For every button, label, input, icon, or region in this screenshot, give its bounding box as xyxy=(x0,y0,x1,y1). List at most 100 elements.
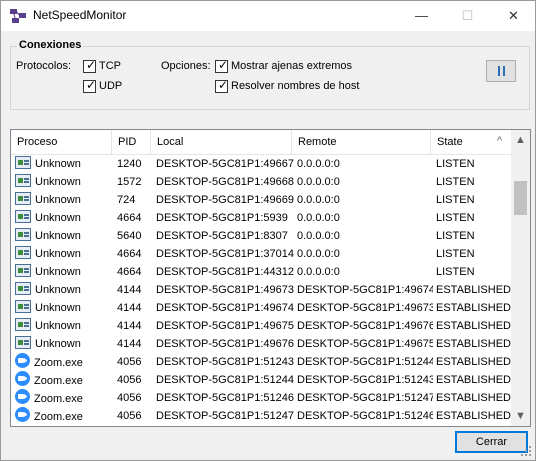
table-row[interactable]: Unknown 4144 DESKTOP-5GC81P1:49673 DESKTOP-… xyxy=(11,281,511,299)
state-cell: ESTABLISHED xyxy=(436,392,511,404)
state-cell: LISTEN xyxy=(436,230,475,242)
resolve-hosts-label[interactable]: Resolver nombres de host xyxy=(231,80,359,92)
local-address-cell: DESKTOP-5GC81P1:49675 xyxy=(156,320,294,332)
vertical-scrollbar[interactable]: ▲ ▼ xyxy=(511,130,530,426)
table-row[interactable]: Unknown 1240 DESKTOP-5GC81P1:49667 0.0.0.0:… xyxy=(11,155,511,173)
local-address-cell: DESKTOP-5GC81P1:49674 xyxy=(156,302,294,314)
remote-address-cell: DESKTOP-5GC81P1:49674 xyxy=(297,284,433,296)
state-cell: LISTEN xyxy=(436,176,475,188)
close-window-button[interactable]: ✕ xyxy=(491,1,535,31)
minimize-button[interactable]: — xyxy=(399,1,444,31)
protocols-label: Protocolos: xyxy=(16,60,72,72)
check-icon: ✓ xyxy=(86,78,97,92)
scroll-down-icon[interactable]: ▼ xyxy=(515,410,526,422)
remote-address-cell: DESKTOP-5GC81P1:51246 xyxy=(297,410,433,422)
process-name: Unknown xyxy=(35,248,81,260)
pause-button[interactable] xyxy=(486,60,516,82)
zoom-app-icon xyxy=(15,371,30,386)
table-row[interactable]: Unknown 4664 DESKTOP-5GC81P1:5939 0.0.0.0:0… xyxy=(11,209,511,227)
scroll-up-icon[interactable]: ▲ xyxy=(515,134,526,146)
table-header: Proceso PID Local Remote State ^ xyxy=(11,130,511,155)
process-name: Unknown xyxy=(35,176,81,188)
table-body: Unknown 1240 DESKTOP-5GC81P1:49667 0.0.0.0:… xyxy=(11,155,511,425)
remote-address-cell: 0.0.0.0:0 xyxy=(297,176,340,188)
pid-cell: 4056 xyxy=(117,392,142,404)
connections-table[interactable]: Proceso PID Local Remote State ^ Unknown… xyxy=(10,129,531,427)
table-row[interactable]: Unknown 4144 DESKTOP-5GC81P1:49676 DESKTOP-… xyxy=(11,335,511,353)
process-name: Zoom.exe xyxy=(34,411,83,423)
state-cell: LISTEN xyxy=(436,158,475,170)
remote-address-cell: DESKTOP-5GC81P1:51243 xyxy=(297,374,433,386)
state-cell: LISTEN xyxy=(436,194,475,206)
state-cell: LISTEN xyxy=(436,212,475,224)
udp-label[interactable]: UDP xyxy=(99,80,122,92)
resolve-hosts-checkbox[interactable]: ✓ xyxy=(215,78,229,93)
table-row[interactable]: Unknown 1572 DESKTOP-5GC81P1:49668 0.0.0.0:… xyxy=(11,173,511,191)
show-remote-label[interactable]: Mostrar ajenas extremos xyxy=(231,60,352,72)
pid-cell: 4144 xyxy=(117,284,142,296)
tcp-checkbox[interactable]: ✓ xyxy=(83,58,96,73)
resize-grip-icon[interactable] xyxy=(520,445,532,457)
state-cell: ESTABLISHED xyxy=(436,356,511,368)
process-name: Unknown xyxy=(35,338,81,350)
process-name: Unknown xyxy=(35,284,81,296)
local-address-cell: DESKTOP-5GC81P1:49667 xyxy=(156,158,294,170)
show-remote-checkbox[interactable]: ✓ xyxy=(215,58,228,73)
table-row[interactable]: Unknown 4664 DESKTOP-5GC81P1:44312 0.0.0.0:… xyxy=(11,263,511,281)
process-name: Unknown xyxy=(35,194,81,206)
pid-cell: 4144 xyxy=(117,320,142,332)
window-title: NetSpeedMonitor xyxy=(33,8,127,22)
pid-cell: 4056 xyxy=(117,356,142,368)
process-name: Unknown xyxy=(35,266,81,278)
column-header-local[interactable]: Local xyxy=(151,130,292,154)
table-row[interactable]: Unknown 724 DESKTOP-5GC81P1:49669 0.0.0.0:0… xyxy=(11,191,511,209)
close-button[interactable]: Cerrar xyxy=(455,431,528,453)
process-name: Unknown xyxy=(35,212,81,224)
maximize-button[interactable]: ☐ xyxy=(445,1,490,31)
app-network-icon xyxy=(10,9,26,23)
remote-address-cell: 0.0.0.0:0 xyxy=(297,248,340,260)
table-row[interactable]: Unknown 4144 DESKTOP-5GC81P1:49674 DESKTOP-… xyxy=(11,299,511,317)
table-row[interactable]: Zoom.exe 4056 DESKTOP-5GC81P1:51247 DESKTOP… xyxy=(11,407,511,425)
connections-group-title: Conexiones xyxy=(17,39,84,51)
column-header-remote[interactable]: Remote xyxy=(292,130,431,154)
state-cell: ESTABLISHED xyxy=(436,284,511,296)
unknown-process-icon xyxy=(15,318,31,331)
pid-cell: 4664 xyxy=(117,212,142,224)
udp-checkbox[interactable]: ✓ xyxy=(83,78,97,93)
column-header-pid[interactable]: PID xyxy=(112,130,151,154)
table-row[interactable]: Unknown 4144 DESKTOP-5GC81P1:49675 DESKTOP-… xyxy=(11,317,511,335)
app-window: NetSpeedMonitor — ☐ ✕ Conexiones Protoco… xyxy=(0,0,536,461)
options-label: Opciones: xyxy=(161,60,211,72)
state-cell: ESTABLISHED xyxy=(436,338,511,350)
state-cell: ESTABLISHED xyxy=(436,410,511,422)
table-row[interactable]: Unknown 5640 DESKTOP-5GC81P1:8307 0.0.0.0:0… xyxy=(11,227,511,245)
table-row[interactable]: Unknown 4664 DESKTOP-5GC81P1:37014 0.0.0.0:… xyxy=(11,245,511,263)
unknown-process-icon xyxy=(15,246,31,259)
table-row[interactable]: Zoom.exe 4056 DESKTOP-5GC81P1:51244 DESKTOP… xyxy=(11,371,511,389)
remote-address-cell: DESKTOP-5GC81P1:49673 xyxy=(297,302,433,314)
local-address-cell: DESKTOP-5GC81P1:8307 xyxy=(156,230,288,242)
title-bar[interactable]: NetSpeedMonitor — ☐ ✕ xyxy=(1,1,535,31)
column-header-proceso[interactable]: Proceso xyxy=(11,130,112,154)
state-cell: LISTEN xyxy=(436,266,475,278)
process-name: Zoom.exe xyxy=(34,357,83,369)
unknown-process-icon xyxy=(15,210,31,223)
remote-address-cell: DESKTOP-5GC81P1:51244 xyxy=(297,356,433,368)
process-name: Unknown xyxy=(35,302,81,314)
table-row[interactable]: Zoom.exe 4056 DESKTOP-5GC81P1:51243 DESKTOP… xyxy=(11,353,511,371)
tcp-label[interactable]: TCP xyxy=(99,60,121,72)
pid-cell: 4664 xyxy=(117,266,142,278)
pid-cell: 4144 xyxy=(117,338,142,350)
unknown-process-icon xyxy=(15,174,31,187)
local-address-cell: DESKTOP-5GC81P1:49673 xyxy=(156,284,294,296)
state-cell: ESTABLISHED xyxy=(436,374,511,386)
table-row[interactable]: Zoom.exe 4056 DESKTOP-5GC81P1:51246 DESKTOP… xyxy=(11,389,511,407)
local-address-cell: DESKTOP-5GC81P1:49668 xyxy=(156,176,294,188)
zoom-app-icon xyxy=(15,353,30,368)
remote-address-cell: 0.0.0.0:0 xyxy=(297,266,340,278)
scroll-thumb[interactable] xyxy=(514,181,527,215)
pid-cell: 5640 xyxy=(117,230,142,242)
unknown-process-icon xyxy=(15,192,31,205)
check-icon: ✓ xyxy=(218,78,229,92)
